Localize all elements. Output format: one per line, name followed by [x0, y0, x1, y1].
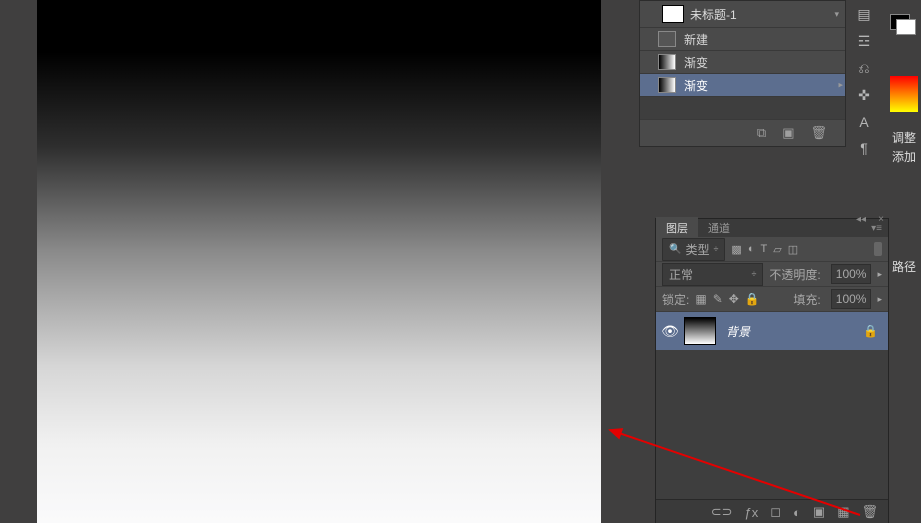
canvas-document[interactable]: [37, 0, 601, 523]
history-panel: �཰ 未标题-1 ▾ 新建 渐变 渐变 ▸ ⧉ ▣ 🗑: [639, 0, 846, 147]
tab-layers[interactable]: 图层: [656, 217, 698, 239]
gradient-icon: [658, 54, 676, 70]
blend-mode-dropdown[interactable]: 正常 ÷: [662, 263, 763, 286]
delete-layer-icon[interactable]: 🗑: [861, 504, 878, 520]
lock-transparent-icon[interactable]: ▦: [695, 292, 706, 306]
history-footer: ⧉ ▣ 🗑: [640, 119, 845, 146]
brush-panel-icon[interactable]: ⎌: [858, 60, 869, 77]
history-item[interactable]: 渐变: [640, 51, 845, 74]
filter-smart-icon[interactable]: ◫: [788, 243, 798, 256]
lock-all-icon[interactable]: 🔒: [745, 292, 760, 306]
new-file-icon: [658, 31, 676, 47]
filter-kind-label: 类型: [685, 241, 709, 258]
filter-kind-dropdown[interactable]: 🔍 类型 ÷: [662, 238, 725, 261]
gradient-icon: [658, 77, 676, 93]
lock-icon[interactable]: 🔒: [863, 324, 878, 338]
new-layer-icon[interactable]: ▦: [837, 504, 849, 520]
layer-list-empty: [656, 350, 888, 500]
adjust-panel-icon[interactable]: ☲: [858, 33, 871, 50]
history-doc-title: 未标题-1: [690, 6, 737, 23]
swap-color-icon[interactable]: ▤: [857, 6, 870, 23]
lock-brush-icon[interactable]: ✎: [713, 292, 723, 306]
paragraph-icon[interactable]: ¶: [860, 140, 868, 156]
type-icon[interactable]: A: [859, 114, 868, 130]
layers-footer: ⊂⊃ ƒx ◻ ◐ ▣ ▦ 🗑: [656, 499, 888, 523]
tab-channels[interactable]: 通道: [698, 217, 740, 239]
history-item-label: 新建: [684, 31, 708, 48]
history-item[interactable]: 新建: [640, 28, 845, 51]
lock-label: 锁定:: [662, 291, 689, 308]
filter-adjust-icon[interactable]: ◐: [748, 243, 755, 255]
lock-position-icon[interactable]: ✥: [729, 292, 739, 306]
group-icon[interactable]: ▣: [813, 504, 825, 520]
chevron-down-icon[interactable]: ▸: [877, 294, 882, 305]
color-swatch[interactable]: [890, 14, 916, 34]
history-item-label: 渐变: [684, 77, 708, 94]
history-item-selected[interactable]: 渐变 ▸: [640, 74, 845, 97]
chevron-down-icon: ÷: [751, 269, 756, 279]
link-layers-icon[interactable]: ⊂⊃: [711, 504, 733, 520]
layer-item-background[interactable]: 👁 背景 🔒: [656, 312, 888, 350]
adjustment-layer-icon[interactable]: ◐: [793, 505, 801, 520]
add-label[interactable]: 添加: [892, 148, 916, 165]
blend-opacity-row: 正常 ÷ 不透明度: 100% ▸: [656, 262, 888, 287]
paths-label[interactable]: 路径: [892, 258, 916, 275]
adjustments-label[interactable]: 调整: [892, 129, 916, 146]
opacity-label: 不透明度:: [769, 266, 820, 283]
layer-mask-icon[interactable]: ◻: [770, 504, 781, 520]
visibility-eye-icon[interactable]: 👁: [656, 323, 684, 340]
layer-fx-icon[interactable]: ƒx: [745, 505, 759, 520]
fill-value[interactable]: 100%: [831, 289, 872, 309]
history-item-menu-icon[interactable]: ▸: [838, 80, 843, 91]
history-doc-thumb[interactable]: [662, 5, 684, 23]
search-icon: 🔍: [669, 244, 681, 255]
layers-panel: ◂◂ × 图层 通道 ▾≡ 🔍 类型 ÷ ▩ ◐ T ▱ ◫ 正常 ÷ 不透明度…: [655, 218, 889, 523]
layer-filter-row: 🔍 类型 ÷ ▩ ◐ T ▱ ◫: [656, 237, 888, 262]
fill-label: 填充:: [793, 291, 820, 308]
history-empty-row: [640, 97, 845, 119]
opacity-value[interactable]: 100%: [831, 264, 872, 284]
layers-tabs: 图层 通道 ▾≡: [656, 219, 888, 237]
create-doc-icon[interactable]: ⧉: [757, 125, 766, 141]
panel-close-icon[interactable]: ×: [878, 214, 884, 225]
layer-name[interactable]: 背景: [726, 323, 863, 340]
filter-type-icon[interactable]: T: [760, 243, 767, 255]
gradient-preview[interactable]: [890, 76, 918, 112]
chevron-down-icon: ÷: [713, 244, 718, 254]
panel-collapse-icon[interactable]: ◂◂: [856, 214, 866, 225]
history-header: �཰ 未标题-1 ▾: [640, 1, 845, 28]
vertical-tool-strip: ▤ ☲ ⎌ ✜ A ¶: [850, 0, 878, 206]
blend-mode-value: 正常: [669, 266, 693, 283]
layer-thumbnail[interactable]: [684, 317, 716, 345]
snapshot-icon[interactable]: ▣: [782, 125, 794, 141]
ruler-icon[interactable]: ✜: [858, 87, 870, 104]
filter-shape-icon[interactable]: ▱: [773, 243, 781, 256]
history-brush-icon: �཰: [646, 7, 660, 21]
lock-fill-row: 锁定: ▦ ✎ ✥ 🔒 填充: 100% ▸: [656, 287, 888, 312]
filter-pixel-icon[interactable]: ▩: [731, 243, 741, 256]
history-head-menu-icon[interactable]: ▾: [834, 9, 839, 20]
layer-list: 👁 背景 🔒: [656, 312, 888, 350]
chevron-down-icon[interactable]: ▸: [877, 269, 882, 280]
filter-toggle[interactable]: [874, 242, 882, 256]
delete-history-icon[interactable]: 🗑: [810, 125, 827, 141]
history-item-label: 渐变: [684, 54, 708, 71]
